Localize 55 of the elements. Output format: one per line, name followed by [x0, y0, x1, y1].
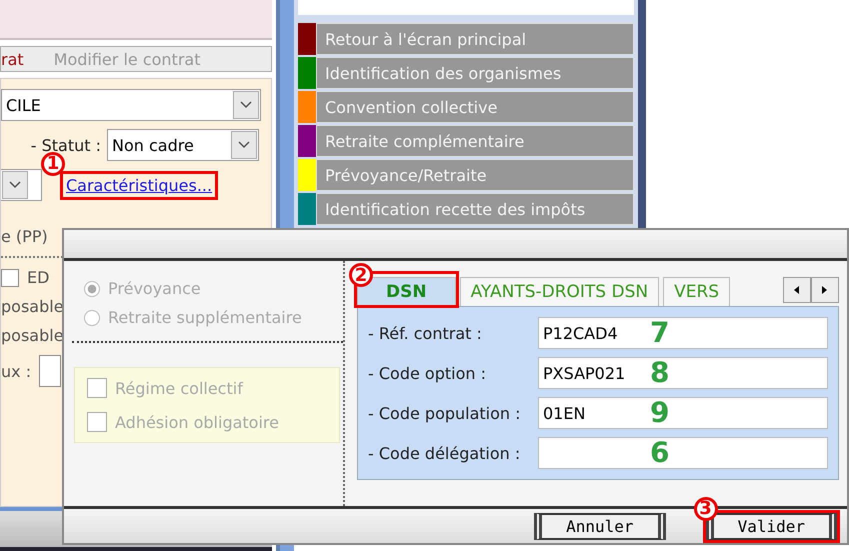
- menu-item[interactable]: Prévoyance/Retraite: [316, 159, 634, 191]
- triangle-right-icon: [822, 286, 828, 294]
- input-field[interactable]: [39, 355, 62, 387]
- field-label: posable: [1, 297, 64, 316]
- step-number: 1: [41, 152, 65, 176]
- chevron-down-icon: [240, 101, 252, 109]
- step-number: 3: [694, 496, 718, 520]
- checkbox-label: Régime collectif: [115, 378, 243, 398]
- radio-button[interactable]: [84, 280, 100, 296]
- characteristics-link[interactable]: Caractéristiques...: [66, 176, 212, 194]
- dropdown-value: Non cadre: [111, 136, 194, 154]
- annotation-number: 6: [650, 435, 670, 471]
- field-label: - Code option :: [368, 364, 487, 382]
- dropdown-button[interactable]: [233, 91, 259, 119]
- radio-button[interactable]: [84, 310, 100, 326]
- triangle-left-icon: [794, 286, 800, 294]
- dropdown-value: CILE: [5, 96, 41, 114]
- chevron-down-icon: [9, 181, 21, 189]
- checkbox[interactable]: [87, 412, 107, 432]
- contract-tab[interactable]: rat: [1, 50, 24, 68]
- menu-item[interactable]: Retraite complémentaire: [316, 125, 634, 157]
- annotation-number: 7: [650, 315, 670, 351]
- step-number: 2: [349, 263, 373, 287]
- contract-tab[interactable]: Modifier le contrat: [54, 50, 200, 68]
- radio-label: Prévoyance: [108, 279, 201, 298]
- tab[interactable]: AYANTS-DROITS DSN: [460, 277, 660, 306]
- chevron-down-icon: [238, 141, 250, 149]
- scroll-left-button[interactable]: [783, 277, 811, 303]
- field-label: ux :: [1, 362, 32, 380]
- annotation-number: 9: [650, 395, 670, 431]
- field-label: - Réf. contrat :: [368, 324, 483, 342]
- dropdown-button[interactable]: [2, 171, 28, 199]
- field-label: - Code population :: [368, 404, 522, 422]
- menu-item[interactable]: Identification recette des impôts: [316, 193, 634, 225]
- checkbox[interactable]: [1, 268, 19, 286]
- field-label: - Code délégation :: [368, 444, 522, 462]
- menu-item[interactable]: Convention collective: [316, 91, 634, 123]
- statut-dropdown[interactable]: Non cadre: [107, 129, 259, 161]
- checkbox-label: Adhésion obligatoire: [115, 412, 279, 432]
- input-field[interactable]: [538, 437, 828, 469]
- menu-item[interactable]: Retour à l'écran principal: [316, 23, 634, 55]
- annotation-number: 8: [650, 355, 670, 391]
- small-dropdown[interactable]: [1, 169, 42, 201]
- field-label: posable: [1, 326, 64, 345]
- checkbox[interactable]: [87, 378, 107, 398]
- statut-label: - Statut :: [30, 136, 101, 154]
- tab[interactable]: VERS: [663, 277, 730, 306]
- dropdown-button[interactable]: [231, 131, 257, 159]
- regime-dropdown[interactable]: CILE: [1, 89, 261, 121]
- checkbox-label: ED: [27, 268, 50, 287]
- dialog-button[interactable]: Annuler: [534, 512, 666, 540]
- radio-label: Retraite supplémentaire: [108, 308, 302, 327]
- menu-item[interactable]: Identification des organismes: [316, 57, 634, 89]
- scroll-right-button[interactable]: [811, 277, 839, 303]
- field-label: e (PP): [1, 227, 48, 246]
